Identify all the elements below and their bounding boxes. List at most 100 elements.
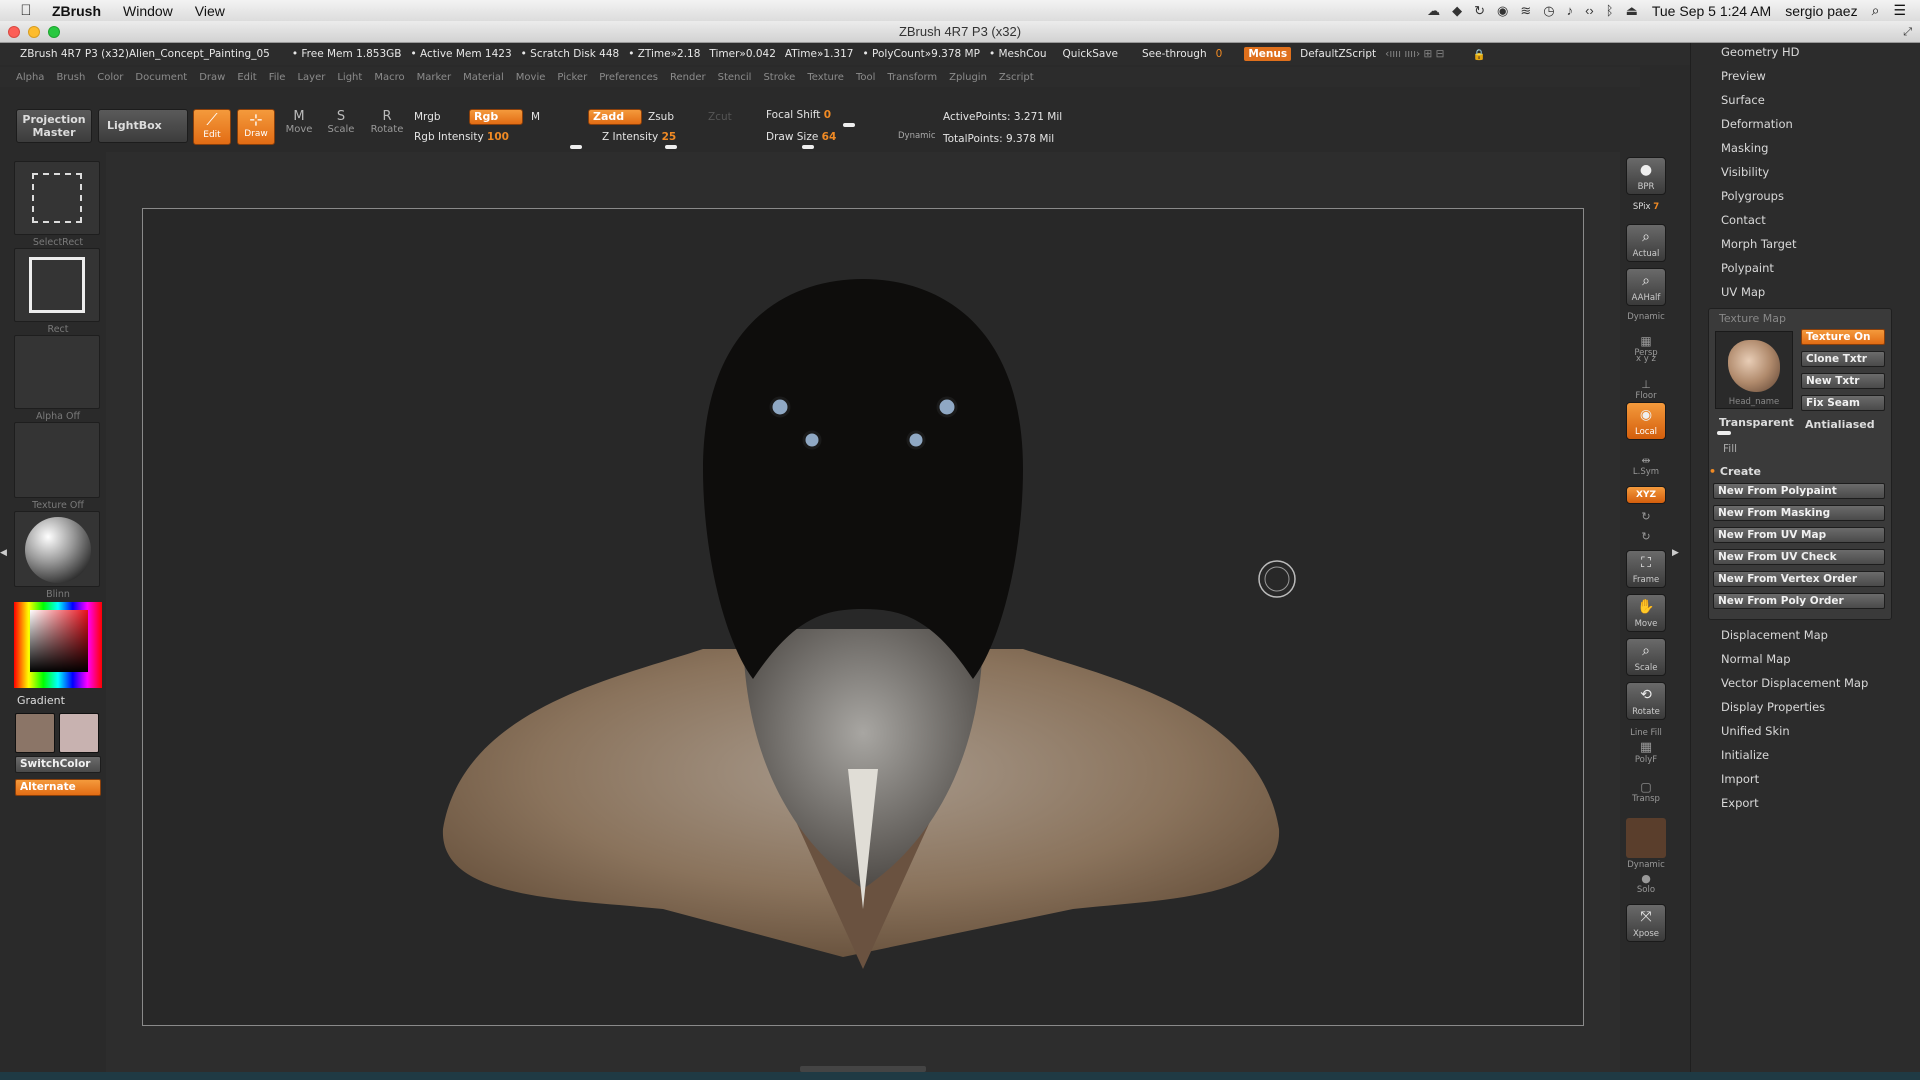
fill-section[interactable]: Fill	[1723, 443, 1737, 455]
z-intensity-knob[interactable]	[665, 145, 677, 149]
select-rect-slot[interactable]: SelectRect	[14, 161, 100, 248]
scale-button[interactable]: S Scale	[323, 109, 359, 145]
left-tray-toggle-icon[interactable]: ◀	[0, 548, 7, 570]
sync-icon[interactable]: ↻	[1474, 3, 1485, 19]
tool-display-properties[interactable]: Display Properties	[1721, 700, 1825, 714]
menu-tool[interactable]: Tool	[856, 72, 875, 83]
m-button[interactable]: M	[531, 111, 540, 123]
main-color-swatch[interactable]	[15, 713, 55, 753]
texture-thumbnail[interactable]: Head_name	[1715, 331, 1793, 409]
spix-slider[interactable]: SPix 7	[1620, 202, 1672, 212]
menu-color[interactable]: Color	[97, 72, 123, 83]
rotate-button[interactable]: R Rotate	[369, 109, 405, 145]
bluetooth-icon[interactable]: ᛒ	[1606, 3, 1614, 19]
new-from-polypaint-button[interactable]: New From Polypaint	[1713, 483, 1885, 499]
document-canvas[interactable]	[142, 208, 1584, 1026]
tool-preview[interactable]: Preview	[1721, 69, 1766, 83]
menu-render[interactable]: Render	[670, 72, 706, 83]
alternate-button[interactable]: Alternate	[15, 779, 101, 796]
gradient-label[interactable]: Gradient	[17, 694, 65, 707]
dynamic-toggle[interactable]: Dynamic	[898, 131, 936, 141]
floor-button[interactable]: ⊥ Floor	[1620, 378, 1672, 401]
move-button[interactable]: M Move	[281, 109, 317, 145]
lightbox-button[interactable]: LightBox	[98, 109, 188, 143]
draw-button[interactable]: ⊹ Draw	[237, 109, 275, 145]
menu-document[interactable]: Document	[135, 72, 187, 83]
cloud-icon[interactable]: ☁	[1427, 3, 1440, 19]
wifi-icon[interactable]: ≋	[1520, 3, 1531, 19]
rotate-axis-icon-2[interactable]: ↻	[1620, 530, 1672, 543]
tool-contact[interactable]: Contact	[1721, 213, 1766, 227]
menu-layer[interactable]: Layer	[297, 72, 325, 83]
zadd-button[interactable]: Zadd	[588, 109, 642, 125]
alien-sculpt-model[interactable]	[143, 209, 1583, 1025]
tool-geometry-hd[interactable]: Geometry HD	[1721, 45, 1800, 59]
switch-color-button[interactable]: SwitchColor	[15, 756, 101, 773]
menu-edit[interactable]: Edit	[237, 72, 256, 83]
tool-deformation[interactable]: Deformation	[1721, 117, 1793, 131]
clone-txtr-button[interactable]: Clone Txtr	[1801, 351, 1885, 367]
right-tray-toggle-icon[interactable]: ▶	[1672, 548, 1679, 558]
menu-picker[interactable]: Picker	[557, 72, 587, 83]
see-through-label[interactable]: See-through	[1142, 48, 1207, 60]
tool-vector-displacement-map[interactable]: Vector Displacement Map	[1721, 676, 1868, 690]
tool-morph-target[interactable]: Morph Target	[1721, 237, 1797, 251]
menu-material[interactable]: Material	[463, 72, 504, 83]
mrgb-button[interactable]: Mrgb	[414, 111, 441, 123]
tool-polygroups[interactable]: Polygroups	[1721, 189, 1784, 203]
rgb-intensity-knob[interactable]	[570, 145, 582, 149]
code-icon[interactable]: ‹›	[1585, 3, 1594, 19]
menu-transform[interactable]: Transform	[887, 72, 937, 83]
tool-normal-map[interactable]: Normal Map	[1721, 652, 1791, 666]
draw-size-knob[interactable]	[802, 145, 814, 149]
new-txtr-button[interactable]: New Txtr	[1801, 373, 1885, 389]
new-from-uv-check-button[interactable]: New From UV Check	[1713, 549, 1885, 565]
polyf-button[interactable]: ▦ PolyF	[1620, 740, 1672, 765]
volume-icon[interactable]: ♪	[1567, 3, 1574, 19]
xpose-button[interactable]: ⤧ Xpose	[1626, 904, 1666, 942]
menu-alpha[interactable]: Alpha	[16, 72, 44, 83]
solo-button[interactable]: ● Solo	[1620, 872, 1672, 895]
tool-uv-map[interactable]: UV Map	[1721, 285, 1765, 299]
texture-slot[interactable]: Texture Off	[14, 422, 100, 511]
menu-marker[interactable]: Marker	[417, 72, 452, 83]
scale-view-button[interactable]: ⌕ Scale	[1626, 638, 1666, 676]
tool-unified-skin[interactable]: Unified Skin	[1721, 724, 1790, 738]
z-intensity-slider[interactable]: Z Intensity 25	[602, 131, 676, 143]
user-name[interactable]: sergio paez	[1785, 3, 1857, 19]
frame-button[interactable]: ⛶ Frame	[1626, 550, 1666, 588]
nvidia-icon[interactable]: ◉	[1497, 3, 1508, 19]
menu-preferences[interactable]: Preferences	[599, 72, 658, 83]
bpr-button[interactable]: ● BPR	[1626, 157, 1666, 195]
antialiased-toggle[interactable]: Antialiased	[1805, 418, 1875, 431]
new-from-vertex-order-button[interactable]: New From Vertex Order	[1713, 571, 1885, 587]
quicksave-button[interactable]: QuickSave	[1063, 48, 1118, 60]
create-section[interactable]: • Create	[1709, 465, 1761, 478]
projection-master-button[interactable]: Projection Master	[16, 109, 92, 143]
move-view-button[interactable]: ✋ Move	[1626, 594, 1666, 632]
default-zscript-button[interactable]: DefaultZScript	[1300, 48, 1376, 60]
rotate-view-button[interactable]: ⟲ Rotate	[1626, 682, 1666, 720]
apple-icon[interactable]: 	[16, 2, 36, 19]
new-from-poly-order-button[interactable]: New From Poly Order	[1713, 593, 1885, 609]
menu-window[interactable]: Window	[123, 3, 173, 19]
menu-zscript[interactable]: Zscript	[999, 72, 1034, 83]
menu-view[interactable]: View	[195, 3, 225, 19]
secondary-color-swatch[interactable]	[59, 713, 99, 753]
tool-visibility[interactable]: Visibility	[1721, 165, 1769, 179]
tool-surface[interactable]: Surface	[1721, 93, 1765, 107]
draw-size-slider[interactable]: Draw Size 64	[766, 131, 836, 143]
eject-icon[interactable]: ⏏	[1626, 3, 1638, 19]
xyz-symmetry-button[interactable]: XYZ	[1626, 486, 1666, 504]
local-button[interactable]: ◉ Local	[1626, 402, 1666, 440]
rect-stroke-slot[interactable]: Rect	[14, 248, 100, 335]
zsub-button[interactable]: Zsub	[648, 111, 674, 123]
menu-stroke[interactable]: Stroke	[763, 72, 795, 83]
transparent-toggle[interactable]: Transparent	[1719, 416, 1794, 429]
aahalf-button[interactable]: ⌕ AAHalf	[1626, 268, 1666, 306]
close-window-button[interactable]	[8, 26, 20, 38]
tool-masking[interactable]: Masking	[1721, 141, 1768, 155]
material-slot[interactable]: Blinn	[14, 511, 100, 600]
menus-button[interactable]: Menus	[1244, 47, 1292, 61]
dropbox-icon[interactable]: ◆	[1452, 3, 1462, 19]
